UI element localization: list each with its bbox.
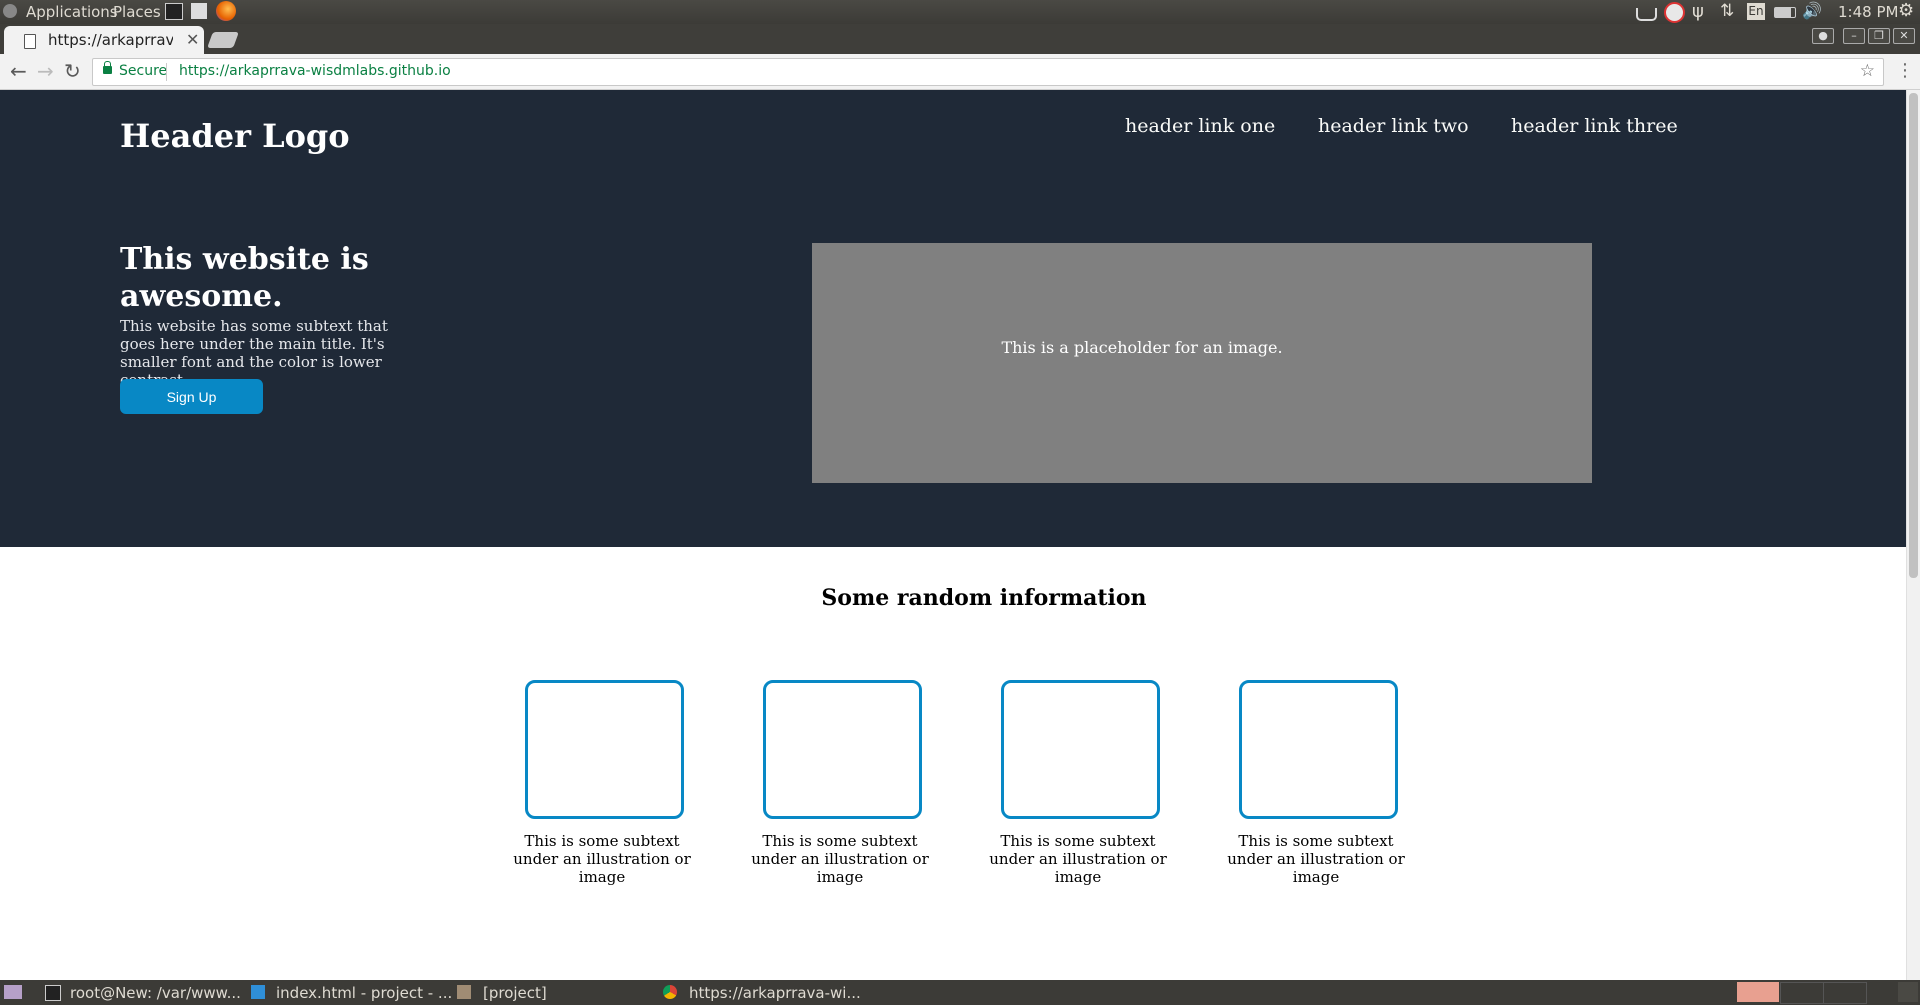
profile-icon[interactable]: ● <box>1812 28 1834 44</box>
keyboard-layout-indicator[interactable]: En <box>1747 3 1765 20</box>
usb-icon[interactable]: ψ <box>1692 1 1704 22</box>
sign-up-button[interactable]: Sign Up <box>120 379 263 414</box>
lock-icon <box>103 61 112 74</box>
folder-task-icon <box>457 985 471 999</box>
page-favicon-icon <box>24 34 36 49</box>
firefox-icon[interactable] <box>216 1 236 21</box>
bookmark-star-icon[interactable]: ☆ <box>1860 61 1875 81</box>
restore-icon[interactable]: ❐ <box>1868 28 1890 44</box>
url-text[interactable]: https://arkaprrava-wisdmlabs.github.io <box>179 63 451 79</box>
info-section: Some random information This is some sub… <box>0 547 1906 980</box>
page-viewport: Header Logo header link one header link … <box>0 90 1906 980</box>
chrome-task-icon <box>663 985 677 999</box>
system-menu-icon[interactable] <box>3 4 17 18</box>
trash-icon[interactable] <box>1898 982 1918 1002</box>
settings-gear-icon[interactable]: ⚙ <box>1898 0 1914 21</box>
hero-title: This website is awesome. <box>120 242 369 314</box>
clock[interactable]: 1:48 PM <box>1838 3 1898 21</box>
header-logo[interactable]: Header Logo <box>120 117 350 155</box>
workspace-switcher[interactable] <box>1737 982 1779 1002</box>
illustration-box <box>763 680 922 819</box>
info-card-caption: This is some subtext under an illustrati… <box>989 832 1167 886</box>
header-link-one[interactable]: header link one <box>1125 115 1275 137</box>
workspace-switcher[interactable] <box>1823 982 1867 1004</box>
illustration-box <box>525 680 684 819</box>
illustration-box <box>1239 680 1398 819</box>
taskbar-item-editor[interactable]: index.html - project - ... <box>276 984 452 1002</box>
hero-section: Header Logo header link one header link … <box>0 90 1906 547</box>
cup-icon[interactable] <box>1636 8 1657 21</box>
terminal-icon[interactable] <box>165 3 183 20</box>
tab-close-icon[interactable]: ✕ <box>186 30 199 49</box>
browser-toolbar: ← → ↻ Secure https://arkaprrava-wisdmlab… <box>0 54 1920 90</box>
image-placeholder: This is a placeholder for an image. <box>812 243 1592 483</box>
workspace-switcher[interactable] <box>1780 982 1824 1004</box>
page-scrollbar[interactable] <box>1906 90 1920 980</box>
system-top-panel: Applications Places ψ ⇅ En 🔊 1:48 PM ⚙ <box>0 0 1920 24</box>
header-link-two[interactable]: header link two <box>1318 115 1469 137</box>
info-card-caption: This is some subtext under an illustrati… <box>751 832 929 886</box>
illustration-box <box>1001 680 1160 819</box>
reload-icon[interactable]: ↻ <box>64 59 81 83</box>
taskbar-item-folder[interactable]: [project] <box>483 984 547 1002</box>
taskbar-item-browser[interactable]: https://arkaprrava-wi... <box>689 984 861 1002</box>
browser-tab[interactable]: https://arkaprrava ✕ <box>4 26 204 54</box>
tab-title: https://arkaprrava <box>48 31 173 49</box>
file-manager-icon[interactable] <box>191 3 207 19</box>
minimize-icon[interactable]: – <box>1843 28 1865 44</box>
info-card-caption: This is some subtext under an illustrati… <box>513 832 691 886</box>
vscode-task-icon <box>251 985 265 999</box>
applications-menu[interactable]: Applications <box>26 3 118 21</box>
browser-menu-icon[interactable]: ⋮ <box>1896 60 1914 81</box>
scrollbar-thumb[interactable] <box>1909 93 1918 578</box>
terminal-task-icon <box>45 985 61 1001</box>
network-updown-icon[interactable]: ⇅ <box>1720 1 1734 21</box>
show-desktop-icon[interactable] <box>4 985 22 999</box>
battery-icon[interactable] <box>1774 7 1796 18</box>
new-tab-button[interactable] <box>207 32 239 48</box>
taskbar: root@New: /var/www... index.html - proje… <box>0 980 1920 1005</box>
places-menu[interactable]: Places <box>113 3 161 21</box>
browser-tab-strip: https://arkaprrava ✕ ● – ❐ ✕ <box>0 24 1920 54</box>
close-window-icon[interactable]: ✕ <box>1893 28 1915 44</box>
forward-icon[interactable]: → <box>37 59 54 83</box>
secure-label: Secure <box>119 63 168 79</box>
info-card-caption: This is some subtext under an illustrati… <box>1227 832 1405 886</box>
address-bar[interactable]: Secure https://arkaprrava-wisdmlabs.gith… <box>92 58 1884 86</box>
alarm-clock-icon[interactable] <box>1664 2 1685 23</box>
taskbar-item-terminal[interactable]: root@New: /var/www... <box>70 984 241 1002</box>
back-icon[interactable]: ← <box>10 59 27 83</box>
header-link-three[interactable]: header link three <box>1511 115 1678 137</box>
info-title: Some random information <box>821 585 1147 611</box>
divider <box>166 63 167 81</box>
volume-icon[interactable]: 🔊 <box>1802 1 1822 20</box>
image-placeholder-text: This is a placeholder for an image. <box>1001 338 1283 357</box>
